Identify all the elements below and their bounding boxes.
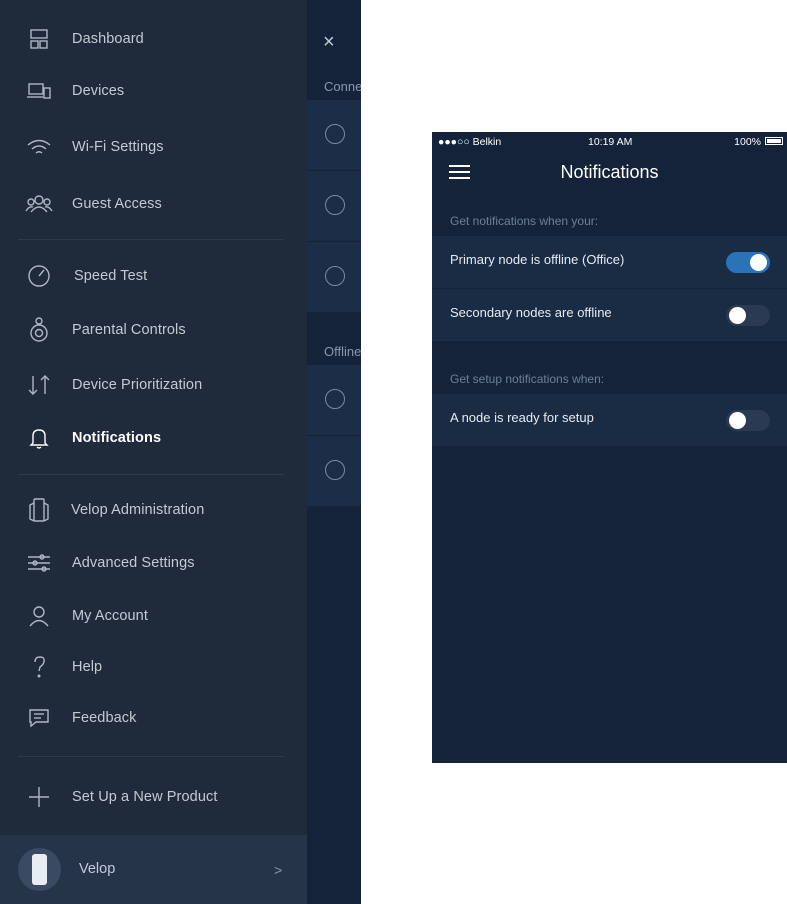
nav-label: Set Up a New Product	[72, 789, 218, 805]
devices-icon	[24, 76, 54, 106]
radio-icon	[325, 389, 345, 409]
primary-offline-toggle[interactable]	[726, 252, 770, 273]
section-label-offline: Offline	[324, 344, 361, 359]
nav-item-help[interactable]: Help	[0, 645, 307, 689]
wifi-icon	[24, 132, 54, 162]
guest-access-icon	[24, 189, 54, 219]
setting-label: Secondary nodes are offline	[450, 305, 612, 320]
nav-label: Help	[72, 659, 103, 675]
secondary-offline-toggle[interactable]	[726, 305, 770, 326]
nav-label: Wi-Fi Settings	[72, 139, 164, 155]
chevron-right-icon: >	[274, 862, 283, 878]
nav-label: Notifications	[72, 430, 162, 446]
nav-label: Dashboard	[72, 31, 144, 47]
bell-icon	[24, 423, 54, 453]
clock: 10:19 AM	[588, 136, 633, 148]
list-item[interactable]	[307, 365, 361, 436]
divider	[18, 239, 284, 240]
page-title: Notifications	[560, 162, 659, 182]
list-item[interactable]	[307, 242, 361, 313]
nav-label: Device Prioritization	[72, 377, 203, 393]
speed-test-icon	[24, 261, 54, 291]
nav-item-dashboard[interactable]: Dashboard	[0, 17, 307, 61]
nav-label: My Account	[72, 608, 148, 624]
question-icon	[24, 652, 54, 682]
radio-icon	[325, 266, 345, 286]
setting-label: Primary node is offline (Office)	[450, 252, 625, 267]
network-selector[interactable]: Velop >	[0, 835, 307, 904]
nav-item-parental-controls[interactable]: Parental Controls	[0, 308, 307, 352]
navigation-drawer: Dashboard Devices Wi-Fi Settings Guest A…	[0, 0, 307, 904]
nav-label: Speed Test	[74, 268, 148, 284]
divider	[18, 474, 284, 475]
setting-label: A node is ready for setup	[450, 410, 594, 425]
list-item[interactable]	[307, 100, 361, 171]
section-hint: Get notifications when your:	[450, 214, 599, 228]
nav-item-advanced-settings[interactable]: Advanced Settings	[0, 541, 307, 585]
section-label-connected: Conne	[324, 79, 361, 94]
battery-percent: 100%	[734, 136, 761, 148]
chat-bubble-icon	[24, 703, 54, 733]
nav-item-speed-test[interactable]: Speed Test	[0, 254, 307, 298]
nav-label: Feedback	[72, 710, 137, 726]
setting-row-secondary-offline: Secondary nodes are offline	[432, 289, 787, 341]
background-screen: × Conne Offline	[307, 0, 361, 904]
nav-item-wifi-settings[interactable]: Wi-Fi Settings	[0, 125, 307, 169]
plus-icon	[24, 782, 54, 812]
list-item[interactable]	[307, 171, 361, 242]
list-item[interactable]	[307, 436, 361, 507]
status-bar: ●●●○○ Belkin 10:19 AM 100%	[432, 132, 787, 152]
prioritization-arrows-icon	[24, 370, 54, 400]
user-icon	[24, 601, 54, 631]
nav-item-my-account[interactable]: My Account	[0, 594, 307, 638]
nav-item-set-up-new-product[interactable]: Set Up a New Product	[0, 775, 307, 819]
velop-node-icon	[24, 495, 54, 525]
divider	[18, 756, 284, 757]
parental-controls-icon	[24, 315, 54, 345]
section-hint: Get setup notifications when:	[450, 372, 605, 386]
ready-for-setup-toggle[interactable]	[726, 410, 770, 431]
nav-item-feedback[interactable]: Feedback	[0, 696, 307, 740]
network-name: Velop	[79, 861, 116, 877]
nav-label: Devices	[72, 83, 125, 99]
dashboard-icon	[24, 24, 54, 54]
carrier-signal: ●●●○○ Belkin	[438, 136, 502, 148]
velop-node-icon	[18, 848, 61, 891]
radio-icon	[325, 460, 345, 480]
nav-label: Advanced Settings	[72, 555, 195, 571]
nav-label: Parental Controls	[72, 322, 186, 338]
nav-item-guest-access[interactable]: Guest Access	[0, 182, 307, 226]
radio-icon	[325, 124, 345, 144]
nav-label: Velop Administration	[71, 502, 205, 518]
nav-item-devices[interactable]: Devices	[0, 69, 307, 113]
close-icon[interactable]: ×	[323, 31, 335, 54]
nav-item-velop-administration[interactable]: Velop Administration	[0, 488, 307, 532]
nav-label: Guest Access	[72, 196, 162, 212]
battery-icon	[765, 137, 783, 145]
setting-row-ready-for-setup: A node is ready for setup	[432, 394, 787, 446]
radio-icon	[325, 195, 345, 215]
notifications-screen: ●●●○○ Belkin 10:19 AM 100% Notifications…	[432, 132, 787, 763]
setting-row-primary-offline: Primary node is offline (Office)	[432, 236, 787, 288]
nav-item-notifications[interactable]: Notifications	[0, 416, 307, 460]
sliders-icon	[24, 548, 54, 578]
nav-item-device-prioritization[interactable]: Device Prioritization	[0, 363, 307, 407]
